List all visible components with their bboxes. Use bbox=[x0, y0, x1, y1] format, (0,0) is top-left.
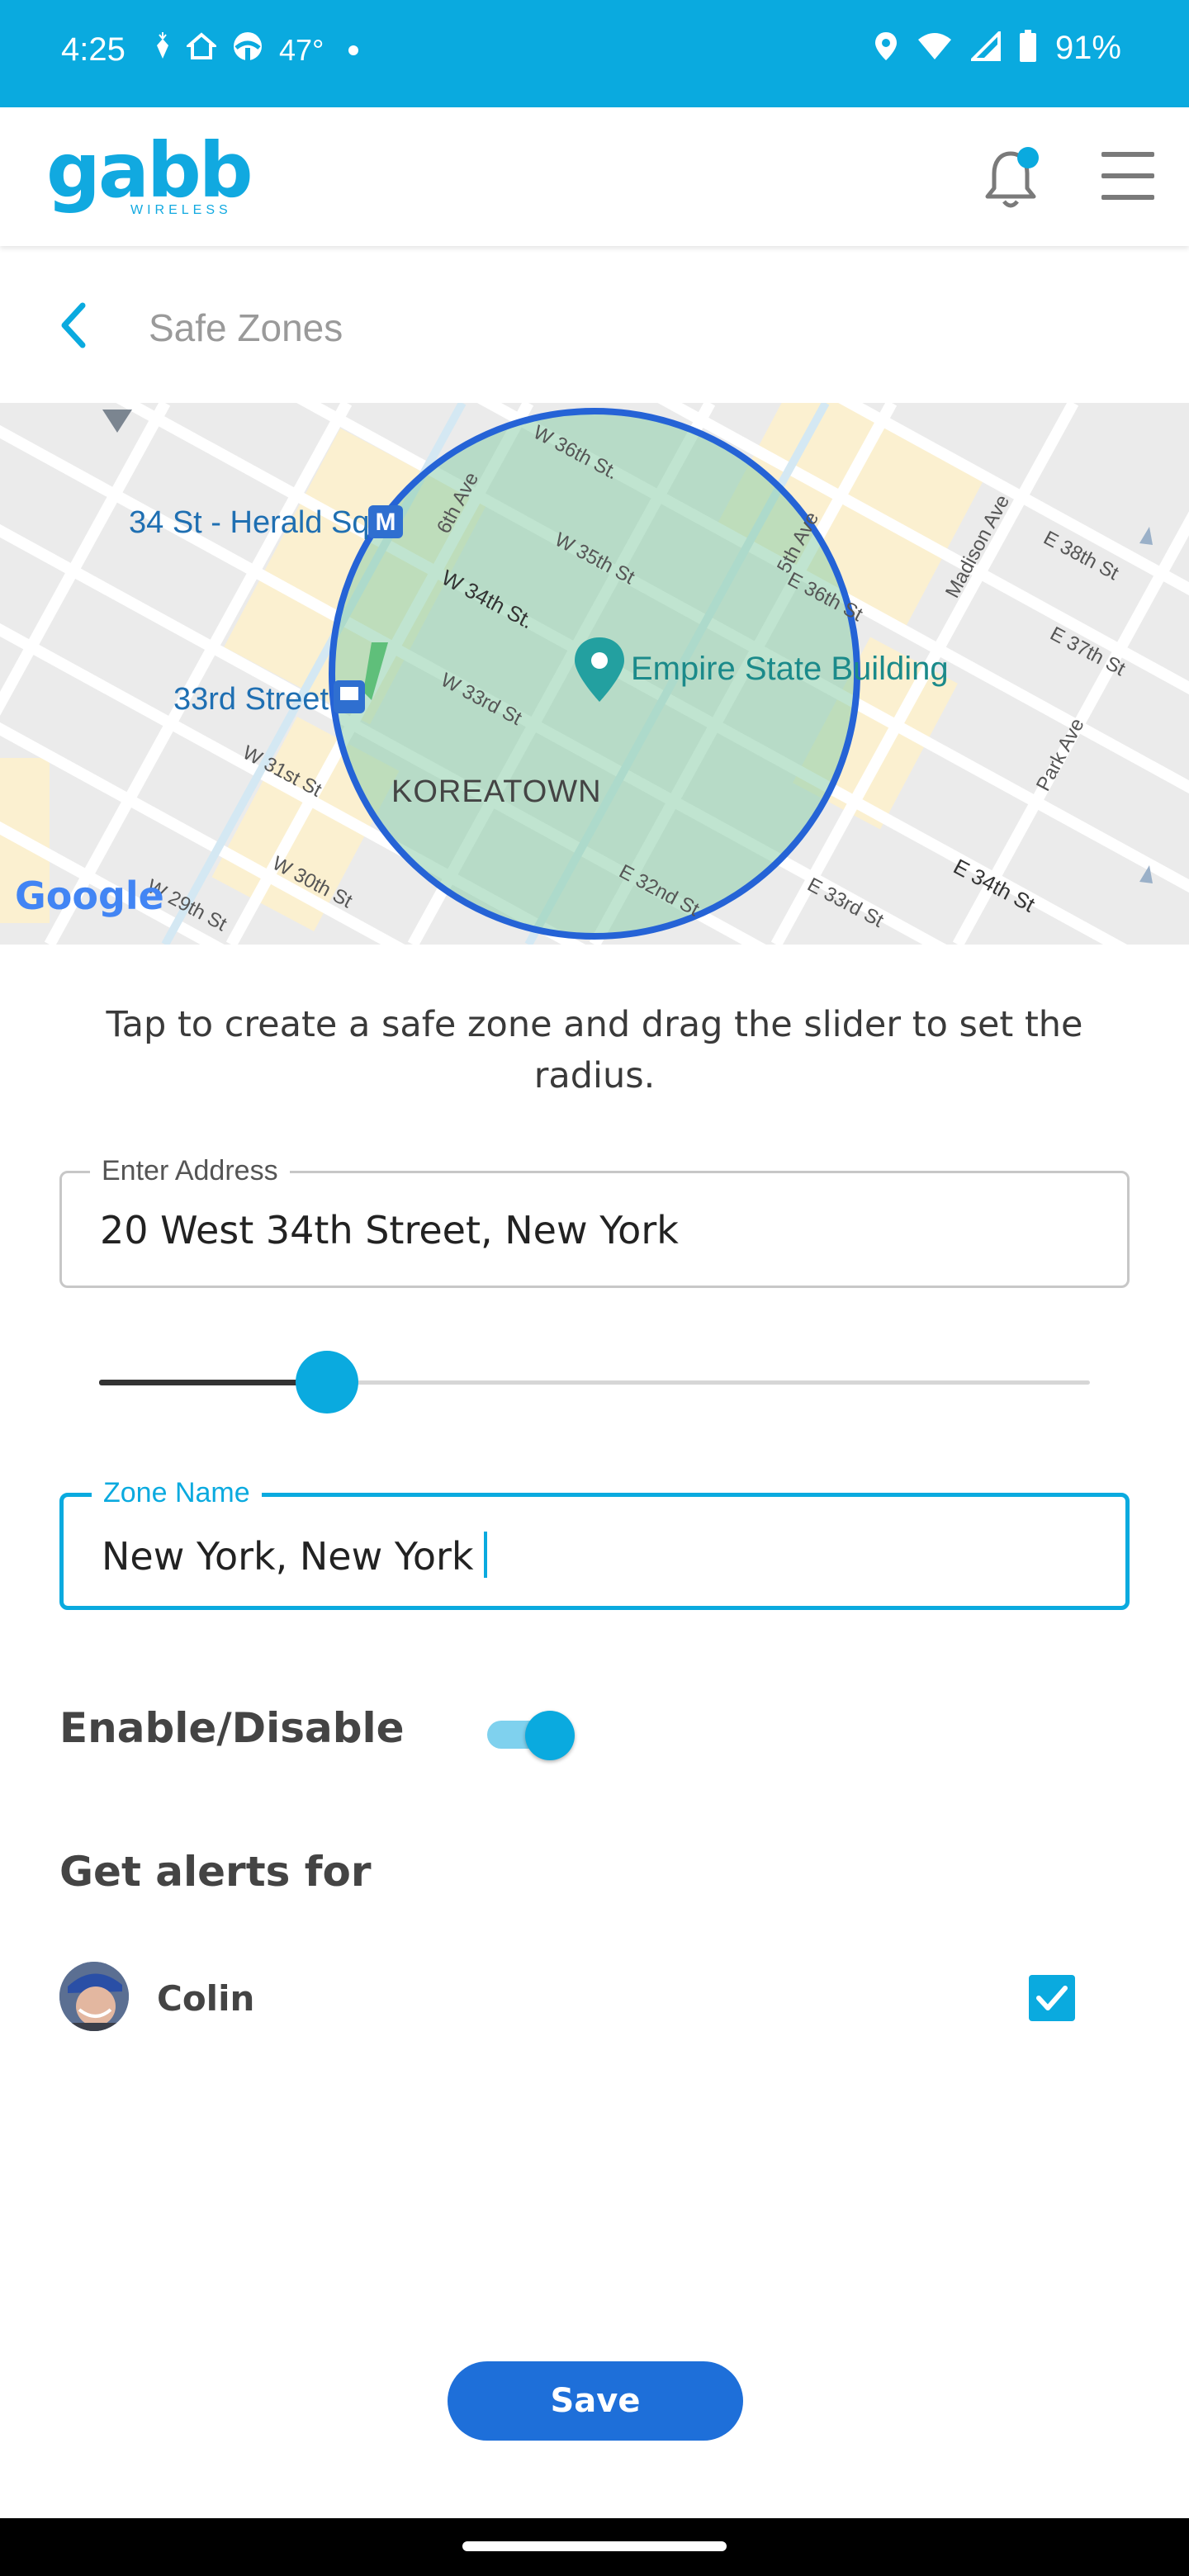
status-dot bbox=[348, 45, 359, 55]
address-field[interactable]: Enter Address 20 West 34th Street, New Y… bbox=[59, 1155, 1130, 1288]
page-title: Safe Zones bbox=[149, 306, 343, 349]
system-nav-bar bbox=[0, 2518, 1189, 2576]
zone-name-value: New York, New York bbox=[102, 1534, 474, 1579]
alert-checkbox[interactable] bbox=[1029, 1975, 1075, 2021]
enable-disable-label: Enable/Disable bbox=[59, 1704, 405, 1752]
wifi-icon bbox=[917, 31, 953, 65]
app-header: gabb WIRELESS bbox=[0, 107, 1189, 246]
status-temperature: 47° bbox=[279, 32, 324, 67]
battery-percent: 91% bbox=[1054, 30, 1121, 66]
map-label-33rd-street: 33rd Street bbox=[173, 682, 329, 717]
signal-icon bbox=[969, 29, 1001, 65]
zone-name-field[interactable]: Zone Name New York, New York bbox=[59, 1477, 1130, 1610]
radius-slider[interactable] bbox=[99, 1351, 1090, 1413]
hamburger-menu-icon[interactable] bbox=[1101, 152, 1154, 201]
toggle-knob bbox=[525, 1711, 575, 1760]
gabb-logo[interactable]: gabb WIRELESS bbox=[46, 126, 253, 218]
zone-name-label: Zone Name bbox=[92, 1477, 262, 1509]
map-label-empire-state[interactable]: Empire State Building bbox=[631, 651, 949, 688]
status-icons-left: 47° bbox=[154, 30, 359, 70]
status-time: 4:25 bbox=[61, 31, 126, 68]
home-gesture-handle[interactable] bbox=[462, 2541, 727, 2551]
alert-person-row[interactable]: Colin bbox=[59, 1962, 1083, 2033]
location-icon bbox=[874, 31, 898, 66]
google-logo-text: Google bbox=[15, 874, 164, 918]
svg-text:M: M bbox=[376, 509, 396, 536]
status-bar: 4:25 47° 91% bbox=[0, 0, 1189, 107]
address-field-label: Enter Address bbox=[90, 1155, 290, 1187]
home-icon bbox=[184, 32, 219, 68]
carrot-icon bbox=[154, 32, 172, 68]
slider-thumb[interactable] bbox=[296, 1351, 358, 1413]
back-chevron-icon[interactable] bbox=[51, 301, 101, 350]
alerts-title: Get alerts for bbox=[59, 1848, 372, 1896]
logo-text: gabb bbox=[46, 126, 253, 215]
zone-name-input[interactable]: New York, New York bbox=[102, 1532, 487, 1579]
safe-zone-map[interactable]: M 34 St - Herald Sq 33rd Street Empire S… bbox=[0, 403, 1189, 945]
logo-subtext: WIRELESS bbox=[130, 203, 232, 217]
save-button[interactable]: Save bbox=[448, 2361, 743, 2441]
enable-toggle[interactable] bbox=[487, 1709, 575, 1760]
avatar bbox=[59, 1962, 129, 2031]
status-icons-right: 91% bbox=[874, 29, 1121, 67]
notification-dot bbox=[1017, 147, 1039, 168]
address-input[interactable]: 20 West 34th Street, New York bbox=[100, 1208, 679, 1252]
instructions-text: Tap to create a safe zone and drag the s… bbox=[106, 1004, 1083, 1096]
map-label-koreatown: KOREATOWN bbox=[391, 774, 602, 809]
subheader: Safe Zones bbox=[0, 246, 1189, 403]
weather-icon bbox=[231, 30, 264, 70]
google-attribution: Google bbox=[15, 874, 164, 918]
slider-fill bbox=[99, 1380, 327, 1385]
map-label-herald-sq: 34 St - Herald Sq bbox=[129, 505, 370, 540]
battery-icon bbox=[1019, 30, 1037, 67]
notification-bell-icon[interactable] bbox=[981, 147, 1040, 213]
alert-person-name: Colin bbox=[157, 1978, 255, 2019]
text-caret bbox=[483, 1532, 487, 1578]
